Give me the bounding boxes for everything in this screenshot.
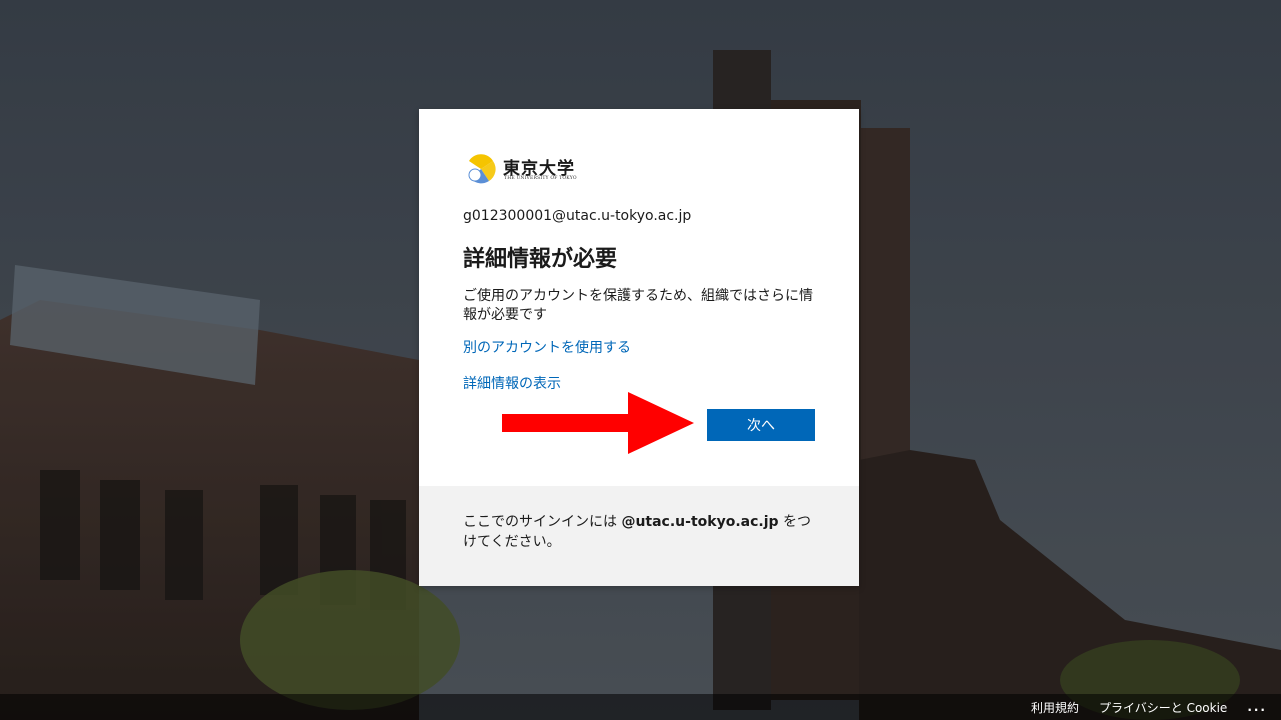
signin-page: 東京大学 THE UNIVERSITY OF TOKYO g012300001@…: [0, 0, 1281, 720]
page-title: 詳細情報が必要: [463, 247, 618, 272]
more-info-link[interactable]: 詳細情報の表示: [463, 373, 561, 393]
use-another-account-link[interactable]: 別のアカウントを使用する: [463, 337, 631, 357]
signin-hint-text: ここでのサインインには @utac.u-tokyo.ac.jp をつけてください…: [463, 512, 823, 552]
privacy-cookie-link[interactable]: プライバシーと Cookie: [1099, 699, 1227, 716]
university-logo: 東京大学 THE UNIVERSITY OF TOKYO: [465, 153, 595, 189]
more-options-icon[interactable]: ...: [1247, 700, 1267, 714]
ginkgo-logo-icon: [468, 154, 496, 184]
terms-link[interactable]: 利用規約: [1031, 699, 1079, 716]
signin-hint-domain: @utac.u-tokyo.ac.jp: [621, 514, 779, 530]
red-arrow-annotation-icon: [502, 392, 694, 454]
signin-card: 東京大学 THE UNIVERSITY OF TOKYO g012300001@…: [419, 109, 859, 586]
logo-name-en: THE UNIVERSITY OF TOKYO: [504, 176, 577, 181]
account-email: g012300001@utac.u-tokyo.ac.jp: [463, 208, 692, 224]
signin-hint-prefix: ここでのサインインには: [463, 514, 622, 530]
description-text: ご使用のアカウントを保護するため、組織ではさらに情報が必要です: [463, 288, 813, 323]
bottom-bar: 利用規約 プライバシーと Cookie ...: [0, 694, 1281, 720]
signin-hint-footer: ここでのサインインには @utac.u-tokyo.ac.jp をつけてください…: [419, 486, 859, 586]
bottom-links: 利用規約 プライバシーと Cookie ...: [1031, 694, 1267, 720]
next-button[interactable]: 次へ: [707, 409, 815, 441]
